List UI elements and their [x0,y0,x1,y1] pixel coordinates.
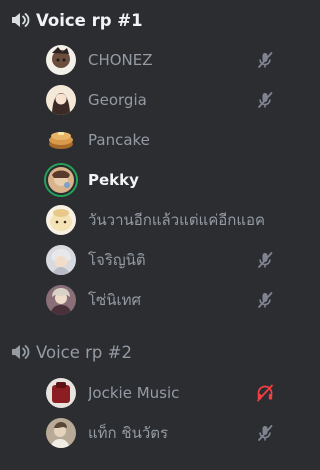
voice-member-tag-shinawatra[interactable]: แท็ก ชินวัตร [46,416,286,450]
avatar [46,45,76,75]
mic-muted-icon [256,424,274,442]
channel-name: Voice rp #1 [36,10,143,30]
avatar [46,378,76,408]
speaker-icon [10,10,36,30]
speaker-icon [10,342,36,362]
voice-channel-rp1[interactable]: Voice rp #1 [10,6,286,34]
voice-member-sonithet[interactable]: โซ่นิเทศ [46,283,286,317]
avatar [46,85,76,115]
mic-muted-icon [256,91,274,109]
member-name: Pancake [88,131,150,149]
avatar [46,205,76,235]
mic-muted-icon [256,51,274,69]
voice-channel-rp2[interactable]: Voice rp #2 [10,338,286,366]
voice-member-jarinniti[interactable]: โจริญนิติ [46,243,286,277]
mic-muted-icon [256,251,274,269]
voice-member-georgia[interactable]: Georgia [46,83,286,117]
voice-channel-list: Voice rp #1 CHONEZ Georgia Pancake Pekky… [0,0,286,470]
member-name: วันวานอีกแล้วแต่แค่อีกแอค [88,211,266,229]
avatar [46,245,76,275]
voice-member-pekky[interactable]: Pekky [46,163,286,197]
avatar [46,165,76,195]
voice-member-wanwan[interactable]: วันวานอีกแล้วแต่แค่อีกแอค [46,203,286,237]
channel-name: Voice rp #2 [36,342,132,362]
avatar [46,285,76,315]
voice-member-pancake[interactable]: Pancake [46,123,286,157]
voice-member-chonez[interactable]: CHONEZ [46,43,286,77]
mic-muted-icon [256,291,274,309]
avatar [46,418,76,448]
member-name: Pekky [88,171,139,189]
headphones-deafened-icon [256,384,274,402]
voice-member-jockie-music[interactable]: Jockie Music [46,376,286,410]
avatar [46,125,76,155]
